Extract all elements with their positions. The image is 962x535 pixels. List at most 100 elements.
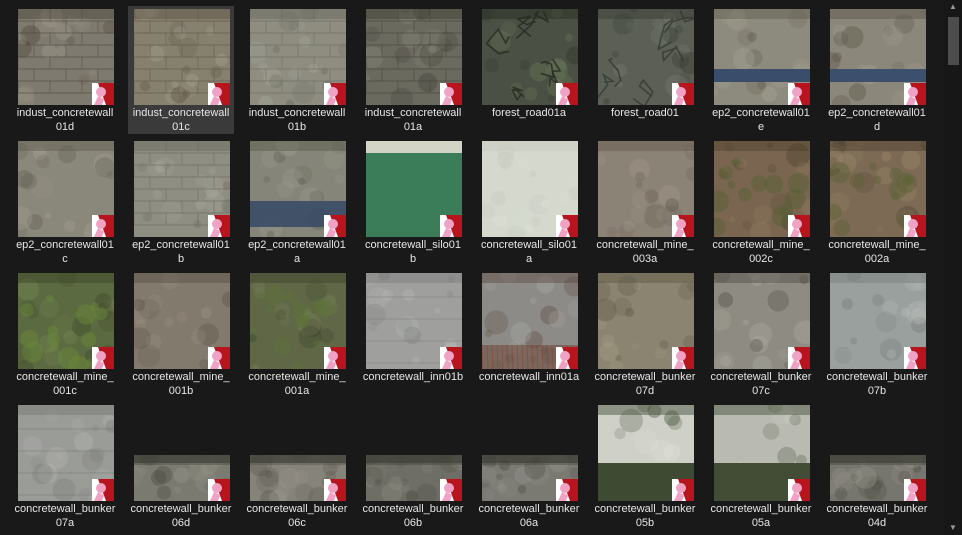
vtf-badge-icon xyxy=(324,83,346,105)
texture-item[interactable]: concretewall_bunker04d xyxy=(824,402,930,530)
texture-thumbnail xyxy=(250,273,346,369)
texture-label: concretewall_mine_001a xyxy=(248,371,346,397)
vtf-badge-icon xyxy=(92,83,114,105)
texture-thumbnail xyxy=(250,455,346,501)
texture-thumbnail xyxy=(598,273,694,369)
texture-label: concretewall_inn01b xyxy=(362,371,464,383)
texture-item[interactable]: concretewall_mine_001b xyxy=(128,270,234,398)
texture-item[interactable]: concretewall_mine_002a xyxy=(824,138,930,266)
texture-item[interactable]: ep2_concretewall01a xyxy=(244,138,350,266)
vtf-badge-icon xyxy=(208,215,230,237)
texture-item[interactable]: ep2_concretewall01c xyxy=(12,138,118,266)
texture-thumbnail xyxy=(714,405,810,501)
vtf-badge-icon xyxy=(92,347,114,369)
vtf-badge-icon xyxy=(904,215,926,237)
vtf-badge-icon xyxy=(440,347,462,369)
texture-thumbnail xyxy=(482,9,578,105)
texture-item[interactable]: ep2_concretewall01e xyxy=(708,6,814,134)
texture-label: indust_concretewall01c xyxy=(132,107,230,133)
texture-item[interactable]: concretewall_mine_001c xyxy=(12,270,118,398)
vtf-badge-icon xyxy=(92,215,114,237)
texture-label: concretewall_mine_002c xyxy=(712,239,810,265)
texture-thumbnail xyxy=(250,141,346,237)
texture-thumbnail xyxy=(830,455,926,501)
scroll-down-arrow-icon[interactable]: ▼ xyxy=(944,521,962,535)
vtf-badge-icon xyxy=(904,479,926,501)
texture-thumbnail xyxy=(598,405,694,501)
texture-label: concretewall_bunker07a xyxy=(14,503,116,529)
texture-thumbnail xyxy=(250,9,346,105)
texture-item[interactable]: concretewall_bunker07c xyxy=(708,270,814,398)
texture-thumbnail xyxy=(482,455,578,501)
texture-item[interactable]: concretewall_bunker07a xyxy=(12,402,118,530)
vtf-badge-icon xyxy=(672,215,694,237)
thumbnail-grid: indust_concretewall01d indust_concretewal… xyxy=(0,0,944,535)
texture-thumbnail xyxy=(830,9,926,105)
texture-item[interactable]: indust_concretewall01c xyxy=(128,6,234,134)
texture-label: concretewall_mine_001c xyxy=(16,371,114,397)
vtf-badge-icon xyxy=(672,479,694,501)
texture-item[interactable]: concretewall_bunker06c xyxy=(244,402,350,530)
texture-label: concretewall_silo01a xyxy=(481,239,577,265)
vtf-badge-icon xyxy=(440,479,462,501)
texture-thumbnail xyxy=(714,9,810,105)
texture-label: indust_concretewall01d xyxy=(16,107,114,133)
texture-label: concretewall_bunker06d xyxy=(130,503,232,529)
texture-item[interactable]: concretewall_mine_003a xyxy=(592,138,698,266)
vtf-badge-icon xyxy=(208,347,230,369)
vertical-scrollbar[interactable]: ▲ ▼ xyxy=(944,0,962,535)
texture-item[interactable]: concretewall_bunker07b xyxy=(824,270,930,398)
texture-label: forest_road01 xyxy=(611,107,679,119)
texture-label: ep2_concretewall01c xyxy=(16,239,114,265)
texture-thumbnail xyxy=(134,273,230,369)
vtf-badge-icon xyxy=(788,83,810,105)
vtf-badge-icon xyxy=(324,347,346,369)
texture-item[interactable]: concretewall_bunker06b xyxy=(360,402,466,530)
texture-item[interactable]: ep2_concretewall01b xyxy=(128,138,234,266)
texture-item[interactable]: indust_concretewall01a xyxy=(360,6,466,134)
texture-thumbnail xyxy=(18,9,114,105)
texture-item[interactable]: concretewall_silo01b xyxy=(360,138,466,266)
texture-item[interactable]: concretewall_bunker07d xyxy=(592,270,698,398)
texture-thumbnail xyxy=(830,273,926,369)
texture-label: ep2_concretewall01d xyxy=(828,107,926,133)
texture-label: concretewall_bunker07c xyxy=(710,371,812,397)
texture-item[interactable]: concretewall_mine_001a xyxy=(244,270,350,398)
texture-item[interactable]: forest_road01 xyxy=(592,6,698,134)
texture-label: concretewall_bunker04d xyxy=(826,503,928,529)
texture-label: concretewall_bunker05b xyxy=(594,503,696,529)
texture-label: ep2_concretewall01a xyxy=(248,239,346,265)
scroll-up-arrow-icon[interactable]: ▲ xyxy=(944,0,962,14)
vtf-badge-icon xyxy=(556,347,578,369)
texture-label: concretewall_mine_002a xyxy=(828,239,926,265)
texture-thumbnail xyxy=(366,455,462,501)
texture-item[interactable]: indust_concretewall01d xyxy=(12,6,118,134)
texture-item[interactable]: concretewall_bunker05b xyxy=(592,402,698,530)
texture-item[interactable]: concretewall_bunker06d xyxy=(128,402,234,530)
texture-item[interactable]: concretewall_inn01b xyxy=(360,270,466,398)
vtf-badge-icon xyxy=(556,83,578,105)
texture-item[interactable]: concretewall_bunker05a xyxy=(708,402,814,530)
vtf-badge-icon xyxy=(672,83,694,105)
texture-thumbnail xyxy=(134,141,230,237)
texture-item[interactable]: indust_concretewall01b xyxy=(244,6,350,134)
texture-label: concretewall_bunker07b xyxy=(826,371,928,397)
texture-thumbnail xyxy=(366,273,462,369)
texture-label: concretewall_inn01a xyxy=(478,371,580,383)
texture-item[interactable]: forest_road01a xyxy=(476,6,582,134)
vtf-badge-icon xyxy=(788,215,810,237)
texture-item[interactable]: ep2_concretewall01d xyxy=(824,6,930,134)
texture-item[interactable]: concretewall_bunker06a xyxy=(476,402,582,530)
texture-thumbnail xyxy=(714,141,810,237)
texture-item[interactable]: concretewall_silo01a xyxy=(476,138,582,266)
texture-item[interactable]: concretewall_mine_002c xyxy=(708,138,814,266)
texture-thumbnail xyxy=(598,141,694,237)
vtf-badge-icon xyxy=(788,479,810,501)
texture-thumbnail xyxy=(366,9,462,105)
texture-label: concretewall_mine_001b xyxy=(132,371,230,397)
texture-thumbnail xyxy=(482,273,578,369)
vtf-badge-icon xyxy=(324,215,346,237)
scrollbar-thumb[interactable] xyxy=(948,17,959,65)
texture-label: ep2_concretewall01e xyxy=(712,107,810,133)
texture-item[interactable]: concretewall_inn01a xyxy=(476,270,582,398)
